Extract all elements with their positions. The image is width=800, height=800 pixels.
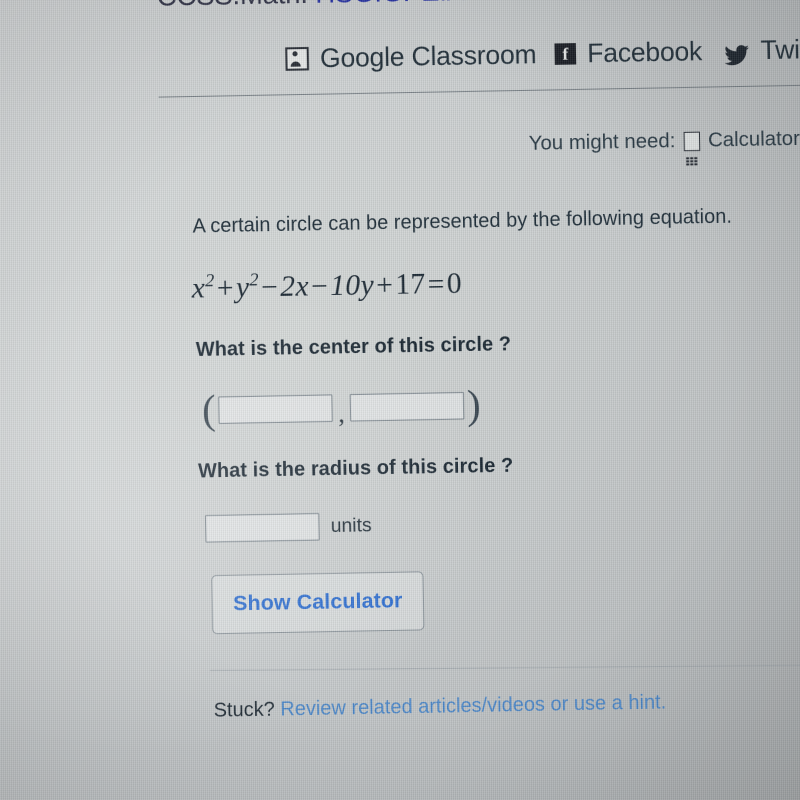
radius-units-label: units — [330, 514, 372, 537]
share-facebook-button[interactable]: Facebook — [554, 36, 702, 70]
footer-divider — [209, 664, 800, 671]
standards-label: CCSS.Math: — [156, 0, 308, 12]
radius-input[interactable] — [205, 512, 320, 543]
center-comma: , — [337, 397, 346, 428]
facebook-icon — [554, 43, 577, 65]
standards-code-link[interactable]: HSG.GPE.A.1 — [315, 0, 488, 9]
share-facebook-label: Facebook — [586, 35, 703, 69]
share-google-classroom-label: Google Classroom — [319, 38, 537, 74]
twitter-icon — [724, 40, 750, 65]
equation-plus-2: + — [375, 268, 394, 302]
show-calculator-button[interactable]: Show Calculator — [211, 571, 425, 635]
show-calculator-label: Show Calculator — [232, 588, 403, 616]
equation-x: x — [191, 271, 206, 305]
equation-term-10y: 10y — [329, 268, 375, 303]
share-google-classroom-button[interactable]: Google Classroom — [285, 39, 537, 75]
stuck-label: Stuck? — [213, 698, 276, 722]
question-center: What is the center of this circle ? — [195, 332, 512, 362]
radius-answer-row: units — [205, 512, 372, 543]
center-y-input[interactable] — [349, 391, 465, 422]
calculator-link[interactable]: Calculator — [708, 128, 800, 153]
stuck-row: Stuck? Review related articles/videos or… — [213, 691, 666, 723]
close-paren: ) — [466, 381, 482, 428]
you-might-need-row: You might need: Calculator — [528, 128, 800, 166]
calculator-icon — [683, 131, 701, 166]
share-twitter-button[interactable]: Twit — [724, 34, 800, 67]
center-answer-row: ( , ) — [201, 381, 482, 433]
photographed-screen-container: CCSS.Math: HSG.GPE.A.1 Google Classroom … — [0, 0, 800, 800]
equation-y-exponent: 2 — [249, 269, 260, 290]
equation-constant: 17 — [394, 267, 426, 302]
equation-rhs: 0 — [446, 267, 463, 301]
you-might-need-label: You might need: — [528, 129, 676, 156]
question-radius: What is the radius of this circle ? — [197, 454, 514, 483]
review-hint-link[interactable]: Review related articles/videos or use a … — [280, 691, 666, 721]
equation-equals: = — [427, 267, 446, 301]
equation-minus-2: − — [310, 269, 329, 303]
equation-y: y — [235, 271, 250, 304]
open-paren: ( — [201, 386, 217, 433]
problem-prompt: A certain circle can be represented by t… — [192, 205, 733, 238]
equation-plus-1: + — [216, 271, 235, 305]
standards-line: CCSS.Math: HSG.GPE.A.1 — [156, 0, 487, 13]
equation-term-2x: 2x — [279, 270, 310, 304]
header-divider — [158, 84, 800, 98]
google-classroom-icon — [285, 46, 310, 71]
khan-academy-exercise-page: CCSS.Math: HSG.GPE.A.1 Google Classroom … — [0, 0, 800, 800]
center-x-input[interactable] — [218, 394, 334, 424]
circle-equation: x2+y2−2x−10y+17=0 — [191, 266, 462, 306]
share-twitter-label: Twit — [760, 33, 800, 66]
equation-minus-1: − — [260, 270, 279, 304]
equation-x-exponent: 2 — [204, 270, 215, 291]
